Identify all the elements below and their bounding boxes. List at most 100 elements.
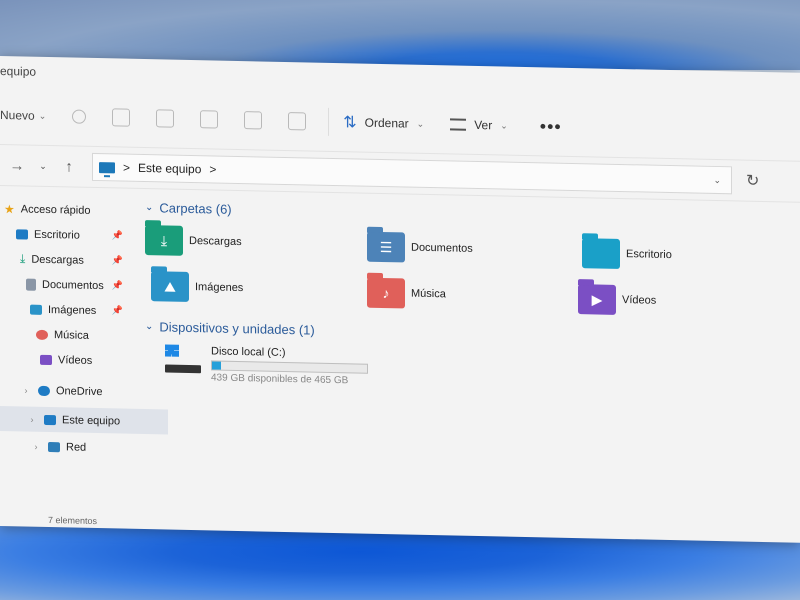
videos-folder-icon: ▶ xyxy=(578,284,616,315)
drive-body xyxy=(165,364,201,374)
forward-icon[interactable]: → xyxy=(8,157,26,174)
view-button[interactable]: Ver ⌄ xyxy=(450,117,508,132)
download-icon: ⤓ xyxy=(20,251,26,266)
sort-button[interactable]: ⇅ Ordenar ⌄ xyxy=(343,112,424,134)
sidebar-item-this-pc[interactable]: › Este equipo xyxy=(0,406,168,435)
paste-icon[interactable] xyxy=(156,109,175,128)
sidebar-item-label: Este equipo xyxy=(62,413,121,428)
drive-usage-fill xyxy=(212,361,221,370)
folder-pictures[interactable]: ⛰ Imágenes xyxy=(151,271,243,303)
chevron-down-icon: ⌄ xyxy=(38,110,47,121)
chevron-down-icon[interactable]: ⌄ xyxy=(713,174,721,185)
refresh-icon[interactable]: ↻ xyxy=(746,171,759,191)
file-explorer-window: equipo Nuevo ⌄ ⇅ Ordenar ⌄ Ver ⌄ ••• → ⌄… xyxy=(0,56,800,543)
up-icon[interactable]: ↑ xyxy=(60,158,78,175)
cloud-icon xyxy=(38,385,50,396)
pictures-folder-icon: ⛰ xyxy=(151,271,189,302)
chevron-down-icon: ⌄ xyxy=(145,320,154,332)
window-title: equipo xyxy=(0,64,37,79)
folder-downloads[interactable]: ⤓ Descargas xyxy=(145,225,242,257)
drive-c[interactable]: Disco local (C:) 439 GB disponibles de 4… xyxy=(165,344,800,395)
chevron-right-icon[interactable]: › xyxy=(26,414,38,424)
folder-label: Música xyxy=(411,287,446,301)
pin-icon[interactable]: 📌 xyxy=(112,255,123,266)
breadcrumb-separator[interactable]: > xyxy=(209,162,216,176)
sidebar-item-music[interactable]: Música xyxy=(0,321,145,349)
folder-label: Vídeos xyxy=(622,294,657,307)
chevron-down-icon: ⌄ xyxy=(416,118,425,129)
toolbar-divider xyxy=(328,107,330,136)
sidebar-item-label: Vídeos xyxy=(58,353,93,367)
documents-folder-icon: ☰ xyxy=(367,231,405,263)
folder-music[interactable]: ♪ Música xyxy=(367,277,446,310)
breadcrumb-location[interactable]: Este equipo xyxy=(138,161,201,176)
sidebar-item-label: Acceso rápido xyxy=(20,202,91,217)
sidebar-item-label: Música xyxy=(54,328,89,342)
hard-drive-icon xyxy=(165,344,201,374)
sidebar-item-quick-access[interactable]: ★ Acceso rápido xyxy=(0,196,145,224)
chevron-right-icon[interactable]: › xyxy=(20,385,32,395)
music-icon xyxy=(36,329,48,340)
new-button[interactable]: Nuevo ⌄ xyxy=(0,108,46,123)
delete-icon[interactable] xyxy=(288,112,307,131)
sidebar-item-label: Documentos xyxy=(42,278,104,292)
chevron-right-icon[interactable]: › xyxy=(30,441,42,451)
sidebar-item-documents[interactable]: Documentos 📌 xyxy=(0,271,145,299)
content-pane: ⌄ Carpetas (6) ⤓ Descargas ☰ Documentos … xyxy=(145,189,800,543)
view-icon xyxy=(450,118,467,131)
sidebar-item-label: Descargas xyxy=(31,253,84,267)
sort-label: Ordenar xyxy=(364,115,409,131)
drive-usage-bar xyxy=(211,360,368,374)
desktop-icon xyxy=(16,228,28,240)
videos-icon xyxy=(40,354,52,365)
rename-icon[interactable] xyxy=(200,110,219,129)
pc-icon xyxy=(99,161,115,173)
sidebar-item-label: Red xyxy=(66,440,87,454)
chevron-down-icon: ⌄ xyxy=(500,119,508,131)
folder-label: Descargas xyxy=(189,234,242,249)
pin-icon[interactable]: 📌 xyxy=(112,280,123,291)
folder-label: Escritorio xyxy=(626,248,672,262)
cut-icon[interactable] xyxy=(72,109,87,124)
drive-info: Disco local (C:) 439 GB disponibles de 4… xyxy=(211,345,368,386)
sidebar-item-network[interactable]: › Red xyxy=(0,433,145,461)
folder-label: Documentos xyxy=(411,241,473,255)
music-folder-icon: ♪ xyxy=(367,277,405,309)
explorer-body: ★ Acceso rápido Escritorio 📌 ⤓ Descargas… xyxy=(0,186,800,543)
drive-free-space: 439 GB disponibles de 465 GB xyxy=(211,372,349,387)
share-icon[interactable] xyxy=(244,111,263,130)
downloads-folder-icon: ⤓ xyxy=(145,225,183,256)
sidebar-item-label: OneDrive xyxy=(56,384,103,398)
more-options-button[interactable]: ••• xyxy=(540,116,562,137)
folder-documents[interactable]: ☰ Documentos xyxy=(367,231,473,264)
folder-desktop[interactable]: Escritorio xyxy=(582,238,672,270)
drive-name: Disco local (C:) xyxy=(211,345,286,359)
status-bar-count: 7 elementos xyxy=(48,515,98,527)
sidebar-item-desktop[interactable]: Escritorio 📌 xyxy=(0,221,145,249)
breadcrumb-separator: > xyxy=(123,160,131,175)
folders-grid: ⤓ Descargas ☰ Documentos Escritorio ⛰ Im… xyxy=(145,219,800,328)
sidebar-item-pictures[interactable]: Imágenes 📌 xyxy=(0,296,145,324)
chevron-down-icon: ⌄ xyxy=(145,201,154,213)
network-icon xyxy=(48,441,60,452)
group-title: Dispositivos y unidades (1) xyxy=(159,318,315,338)
recent-locations-icon[interactable]: ⌄ xyxy=(34,160,52,171)
view-label: Ver xyxy=(474,117,493,133)
desktop-folder-icon xyxy=(582,238,620,269)
folder-videos[interactable]: ▶ Vídeos xyxy=(578,284,656,316)
pin-icon[interactable]: 📌 xyxy=(112,230,123,241)
sidebar-item-onedrive[interactable]: › OneDrive xyxy=(0,377,145,405)
pictures-icon xyxy=(30,304,42,315)
address-bar[interactable]: > Este equipo > ⌄ xyxy=(92,152,732,195)
sidebar-item-downloads[interactable]: ⤓ Descargas 📌 xyxy=(0,246,145,274)
new-label: Nuevo xyxy=(0,108,35,123)
folder-label: Imágenes xyxy=(195,281,244,295)
pc-icon xyxy=(44,414,56,425)
copy-icon[interactable] xyxy=(112,108,131,127)
sort-icon: ⇅ xyxy=(343,114,357,132)
star-icon: ★ xyxy=(4,201,15,216)
navigation-pane: ★ Acceso rápido Escritorio 📌 ⤓ Descargas… xyxy=(0,186,168,529)
sidebar-item-videos[interactable]: Vídeos xyxy=(0,346,145,374)
windows-logo-icon xyxy=(165,344,179,357)
pin-icon[interactable]: 📌 xyxy=(112,305,123,316)
